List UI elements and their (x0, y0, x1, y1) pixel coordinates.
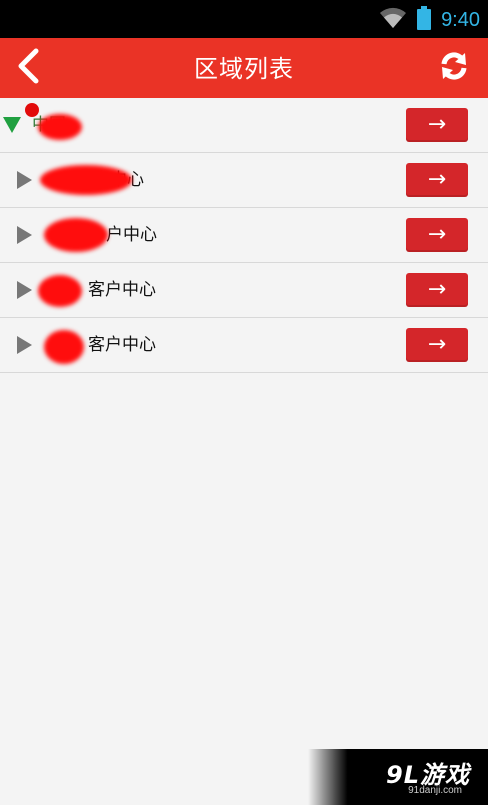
region-row[interactable]: 客户中心 → (0, 263, 488, 318)
region-label: 户中心 (106, 225, 157, 245)
region-row[interactable]: 客户中心 → (0, 153, 488, 208)
battery-icon (417, 6, 432, 34)
status-icons: 9:40 (379, 6, 480, 34)
title-bar: 区域列表 (0, 38, 488, 98)
redaction-mark (38, 114, 82, 140)
collapsed-arrow-icon[interactable] (17, 226, 32, 244)
go-button[interactable]: → (406, 218, 468, 252)
page-title: 区域列表 (194, 55, 294, 83)
go-button[interactable]: → (406, 108, 468, 142)
watermark-url: 91danji.com (408, 785, 462, 796)
redaction-mark (44, 330, 84, 364)
collapsed-arrow-icon[interactable] (17, 171, 32, 189)
back-button[interactable] (8, 46, 48, 90)
go-button[interactable]: → (406, 328, 468, 362)
go-button[interactable]: → (406, 273, 468, 307)
region-row[interactable]: 户中心 → (0, 208, 488, 263)
region-label: 客户中心 (88, 280, 156, 300)
collapsed-arrow-icon[interactable] (17, 336, 32, 354)
redaction-mark (40, 165, 132, 195)
redaction-mark (44, 218, 108, 252)
refresh-button[interactable] (434, 48, 474, 88)
wifi-icon (379, 7, 407, 33)
region-list: 中国 → 客户中心 → 户中心 → 客户中心 → 客户中心 → (0, 98, 488, 373)
status-bar: 9:40 (0, 0, 488, 38)
region-label: 客户中心 (88, 335, 156, 355)
region-row[interactable]: 中国 → (0, 98, 488, 153)
watermark: 9L游戏 91danji.com (308, 749, 488, 805)
redaction-mark (38, 275, 82, 307)
region-row[interactable]: 客户中心 → (0, 318, 488, 373)
collapsed-arrow-icon[interactable] (17, 281, 32, 299)
refresh-icon (439, 51, 469, 85)
expanded-arrow-icon[interactable] (3, 117, 21, 133)
chevron-left-icon (15, 48, 41, 88)
status-clock: 9:40 (441, 9, 480, 31)
go-button[interactable]: → (406, 163, 468, 197)
